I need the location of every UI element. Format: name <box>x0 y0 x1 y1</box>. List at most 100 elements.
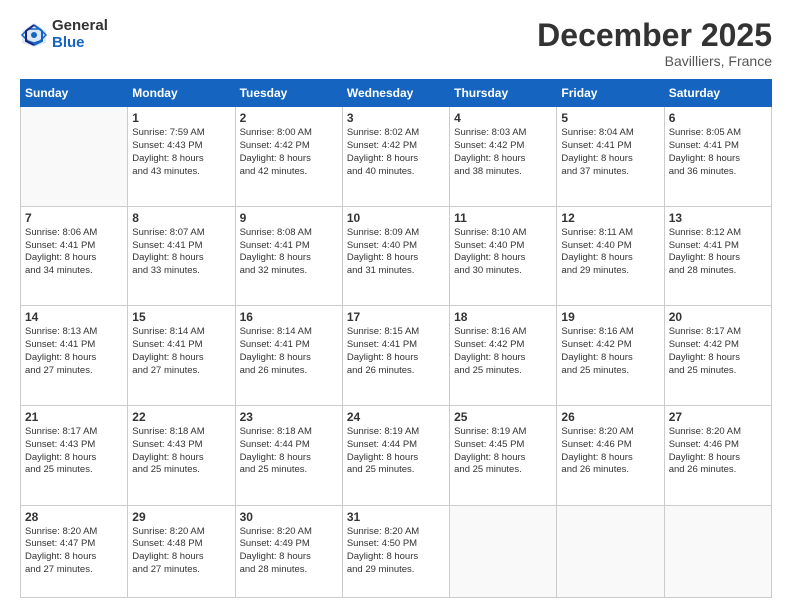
day-cell: 27 Sunrise: 8:20 AMSunset: 4:46 PMDayligh… <box>664 406 771 506</box>
day-cell: 12Sunrise: 8:11 AMSunset: 4:40 PMDayligh… <box>557 206 664 306</box>
title-area: December 2025 Bavilliers, France <box>537 18 772 69</box>
day-number: 24 <box>347 410 445 424</box>
month-title: December 2025 <box>537 18 772 53</box>
day-info: Sunrise: 8:05 AMSunset: 4:41 PMDaylight:… <box>669 127 767 178</box>
day-info: Sunrise: 8:06 AMSunset: 4:41 PMDaylight:… <box>25 227 123 278</box>
day-number: 18 <box>454 310 552 324</box>
day-cell: 5Sunrise: 8:04 AMSunset: 4:41 PMDaylight… <box>557 107 664 207</box>
day-info: Sunrise: 8:14 AMSunset: 4:41 PMDaylight:… <box>240 326 338 377</box>
location: Bavilliers, France <box>537 53 772 69</box>
day-info: Sunrise: 8:03 AMSunset: 4:42 PMDaylight:… <box>454 127 552 178</box>
day-number: 25 <box>454 410 552 424</box>
day-info: Sunrise: 8:20 AMSunset: 4:50 PMDaylight:… <box>347 526 445 577</box>
day-info: Sunrise: 8:20 AMSunset: 4:46 PMDaylight:… <box>669 426 767 477</box>
day-number: 12 <box>561 211 659 225</box>
calendar-page: General Blue December 2025 Bavilliers, F… <box>0 0 792 612</box>
day-cell: 31 Sunrise: 8:20 AMSunset: 4:50 PMDayligh… <box>342 505 449 597</box>
day-cell: 3 Sunrise: 8:02 AMSunset: 4:42 PMDaylight… <box>342 107 449 207</box>
header-thursday: Thursday <box>450 80 557 107</box>
weekday-header-row: Sunday Monday Tuesday Wednesday Thursday… <box>21 80 772 107</box>
day-number: 29 <box>132 510 230 524</box>
day-info: Sunrise: 8:15 AMSunset: 4:41 PMDaylight:… <box>347 326 445 377</box>
day-info: Sunrise: 8:20 AMSunset: 4:46 PMDaylight:… <box>561 426 659 477</box>
day-number: 1 <box>132 111 230 125</box>
day-number: 3 <box>347 111 445 125</box>
day-number: 7 <box>25 211 123 225</box>
header-tuesday: Tuesday <box>235 80 342 107</box>
day-number: 10 <box>347 211 445 225</box>
logo-text: General Blue <box>52 18 108 51</box>
day-cell: 15Sunrise: 8:14 AMSunset: 4:41 PMDayligh… <box>128 306 235 406</box>
day-number: 23 <box>240 410 338 424</box>
day-cell: 22Sunrise: 8:18 AMSunset: 4:43 PMDayligh… <box>128 406 235 506</box>
day-cell: 29Sunrise: 8:20 AMSunset: 4:48 PMDayligh… <box>128 505 235 597</box>
day-cell <box>557 505 664 597</box>
day-number: 26 <box>561 410 659 424</box>
day-number: 8 <box>132 211 230 225</box>
header-sunday: Sunday <box>21 80 128 107</box>
day-number: 21 <box>25 410 123 424</box>
day-info: Sunrise: 8:12 AMSunset: 4:41 PMDaylight:… <box>669 227 767 278</box>
day-cell: 28 Sunrise: 8:20 AMSunset: 4:47 PMDayligh… <box>21 505 128 597</box>
day-cell: 1 Sunrise: 7:59 AMSunset: 4:43 PMDaylight… <box>128 107 235 207</box>
day-number: 27 <box>669 410 767 424</box>
day-info: Sunrise: 8:17 AMSunset: 4:42 PMDaylight:… <box>669 326 767 377</box>
day-cell <box>664 505 771 597</box>
day-cell: 10Sunrise: 8:09 AMSunset: 4:40 PMDayligh… <box>342 206 449 306</box>
day-cell: 20 Sunrise: 8:17 AMSunset: 4:42 PMDayligh… <box>664 306 771 406</box>
day-info: Sunrise: 8:18 AMSunset: 4:43 PMDaylight:… <box>132 426 230 477</box>
day-cell: 7 Sunrise: 8:06 AMSunset: 4:41 PMDaylight… <box>21 206 128 306</box>
day-info: Sunrise: 8:00 AMSunset: 4:42 PMDaylight:… <box>240 127 338 178</box>
week-row-3: 14Sunrise: 8:13 AMSunset: 4:41 PMDayligh… <box>21 306 772 406</box>
header: General Blue December 2025 Bavilliers, F… <box>20 18 772 69</box>
day-number: 14 <box>25 310 123 324</box>
day-cell: 2 Sunrise: 8:00 AMSunset: 4:42 PMDaylight… <box>235 107 342 207</box>
day-cell: 19Sunrise: 8:16 AMSunset: 4:42 PMDayligh… <box>557 306 664 406</box>
logo: General Blue <box>20 18 108 51</box>
day-number: 6 <box>669 111 767 125</box>
day-cell: 4Sunrise: 8:03 AMSunset: 4:42 PMDaylight… <box>450 107 557 207</box>
week-row-1: 1 Sunrise: 7:59 AMSunset: 4:43 PMDaylight… <box>21 107 772 207</box>
day-cell <box>450 505 557 597</box>
day-cell: 8Sunrise: 8:07 AMSunset: 4:41 PMDaylight… <box>128 206 235 306</box>
day-info: Sunrise: 8:18 AMSunset: 4:44 PMDaylight:… <box>240 426 338 477</box>
day-number: 31 <box>347 510 445 524</box>
calendar-table: Sunday Monday Tuesday Wednesday Thursday… <box>20 79 772 598</box>
header-friday: Friday <box>557 80 664 107</box>
day-cell: 6 Sunrise: 8:05 AMSunset: 4:41 PMDaylight… <box>664 107 771 207</box>
day-cell: 18 Sunrise: 8:16 AMSunset: 4:42 PMDayligh… <box>450 306 557 406</box>
day-number: 20 <box>669 310 767 324</box>
header-monday: Monday <box>128 80 235 107</box>
day-info: Sunrise: 8:16 AMSunset: 4:42 PMDaylight:… <box>454 326 552 377</box>
day-cell: 11 Sunrise: 8:10 AMSunset: 4:40 PMDayligh… <box>450 206 557 306</box>
day-number: 5 <box>561 111 659 125</box>
day-cell: 23 Sunrise: 8:18 AMSunset: 4:44 PMDayligh… <box>235 406 342 506</box>
day-number: 13 <box>669 211 767 225</box>
day-number: 2 <box>240 111 338 125</box>
day-number: 28 <box>25 510 123 524</box>
day-number: 17 <box>347 310 445 324</box>
logo-blue: Blue <box>52 35 108 52</box>
header-wednesday: Wednesday <box>342 80 449 107</box>
day-cell: 21 Sunrise: 8:17 AMSunset: 4:43 PMDayligh… <box>21 406 128 506</box>
day-info: Sunrise: 8:20 AMSunset: 4:47 PMDaylight:… <box>25 526 123 577</box>
day-cell: 30 Sunrise: 8:20 AMSunset: 4:49 PMDayligh… <box>235 505 342 597</box>
day-info: Sunrise: 8:08 AMSunset: 4:41 PMDaylight:… <box>240 227 338 278</box>
day-info: Sunrise: 8:17 AMSunset: 4:43 PMDaylight:… <box>25 426 123 477</box>
day-info: Sunrise: 8:19 AMSunset: 4:45 PMDaylight:… <box>454 426 552 477</box>
day-info: Sunrise: 8:10 AMSunset: 4:40 PMDaylight:… <box>454 227 552 278</box>
day-cell: 17 Sunrise: 8:15 AMSunset: 4:41 PMDayligh… <box>342 306 449 406</box>
day-number: 9 <box>240 211 338 225</box>
day-cell: 24Sunrise: 8:19 AMSunset: 4:44 PMDayligh… <box>342 406 449 506</box>
logo-general: General <box>52 18 108 35</box>
logo-icon <box>20 21 48 49</box>
day-info: Sunrise: 7:59 AMSunset: 4:43 PMDaylight:… <box>132 127 230 178</box>
day-info: Sunrise: 8:02 AMSunset: 4:42 PMDaylight:… <box>347 127 445 178</box>
day-cell: 14Sunrise: 8:13 AMSunset: 4:41 PMDayligh… <box>21 306 128 406</box>
day-info: Sunrise: 8:14 AMSunset: 4:41 PMDaylight:… <box>132 326 230 377</box>
day-number: 16 <box>240 310 338 324</box>
day-info: Sunrise: 8:20 AMSunset: 4:49 PMDaylight:… <box>240 526 338 577</box>
day-number: 30 <box>240 510 338 524</box>
day-number: 11 <box>454 211 552 225</box>
day-number: 19 <box>561 310 659 324</box>
